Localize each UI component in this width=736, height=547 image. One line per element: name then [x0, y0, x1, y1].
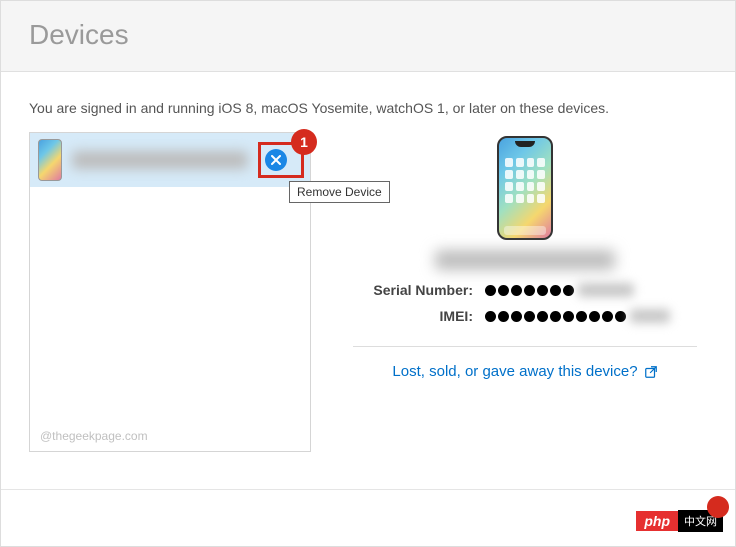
lost-link-text: Lost, sold, or gave away this device?	[392, 363, 637, 380]
serial-value-masked	[485, 283, 634, 297]
serial-row: Serial Number:	[343, 282, 707, 298]
device-details: Serial Number: IMEI: Lost, sold, or gave…	[343, 132, 707, 452]
main-area: 1 Remove Device @thegeekpage.com Serial …	[29, 132, 707, 452]
serial-label: Serial Number:	[343, 282, 473, 298]
page-title: Devices	[29, 19, 707, 51]
content-area: You are signed in and running iOS 8, mac…	[1, 72, 735, 480]
brand-watermark: php 中文网	[636, 510, 723, 532]
imei-row: IMEI:	[343, 308, 707, 324]
close-icon	[271, 155, 281, 165]
imei-label: IMEI:	[343, 308, 473, 324]
divider	[353, 346, 697, 347]
device-name-blurred	[72, 151, 248, 169]
device-image-icon	[497, 136, 553, 240]
footer-separator	[1, 489, 735, 490]
remove-highlight: 1 Remove Device	[258, 142, 304, 178]
external-link-icon	[644, 365, 658, 379]
device-row[interactable]: 1 Remove Device	[30, 133, 310, 187]
watermark-text: @thegeekpage.com	[40, 429, 148, 443]
imei-value-masked	[485, 309, 670, 323]
lost-device-link[interactable]: Lost, sold, or gave away this device?	[392, 363, 657, 380]
callout-badge: 1	[291, 129, 317, 155]
intro-text: You are signed in and running iOS 8, mac…	[29, 100, 707, 116]
remove-device-button[interactable]	[265, 149, 287, 171]
page-header: Devices	[1, 1, 735, 72]
brand-left: php	[636, 511, 678, 531]
brand-badge-icon	[707, 496, 729, 518]
device-list: 1 Remove Device @thegeekpage.com	[29, 132, 311, 452]
device-title-blurred	[435, 250, 615, 270]
remove-tooltip: Remove Device	[289, 181, 390, 203]
device-thumbnail-icon	[38, 139, 62, 181]
